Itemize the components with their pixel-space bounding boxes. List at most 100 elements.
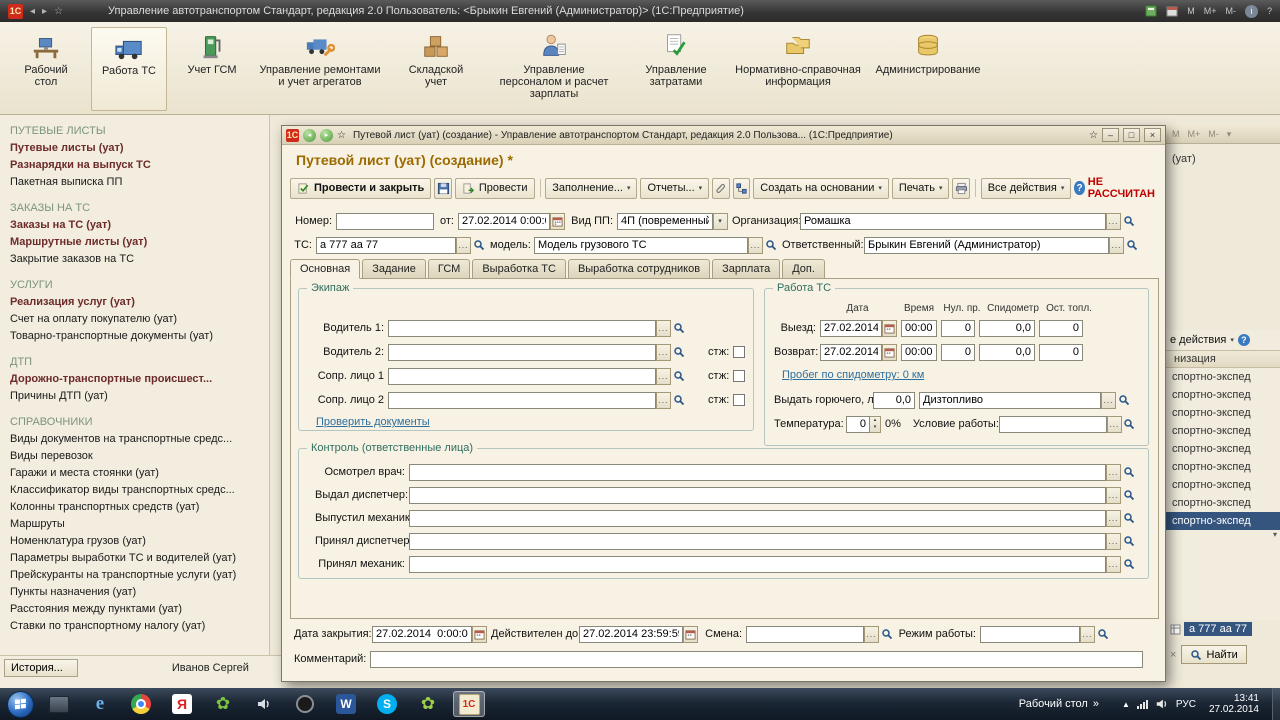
list-item-selected[interactable]: спортно-экспед	[1166, 512, 1280, 530]
calculator-icon[interactable]	[1145, 5, 1157, 17]
speedometer-mileage-link[interactable]: Пробег по спидометру: 0 км	[782, 369, 924, 381]
open-button[interactable]	[1116, 392, 1131, 409]
mechanic-out-input[interactable]	[409, 510, 1106, 527]
print-form-button[interactable]	[952, 178, 970, 199]
save-button[interactable]	[434, 178, 452, 199]
tab-task[interactable]: Задание	[362, 259, 426, 279]
return-time-input[interactable]	[901, 344, 937, 361]
clear-filter-icon[interactable]: ×	[1170, 649, 1176, 661]
return-fuel-input[interactable]	[1039, 344, 1083, 361]
open-button[interactable]	[1121, 213, 1136, 230]
select-button[interactable]: ...	[864, 626, 879, 643]
create-based-button[interactable]: Создать на основании▾	[753, 178, 889, 199]
post-and-close-button[interactable]: Провести и закрыть	[290, 178, 431, 199]
pp-type-combo[interactable]	[617, 213, 713, 230]
spinner-control[interactable]: ▴▾	[870, 416, 881, 433]
vehicle-input[interactable]	[316, 237, 456, 254]
taskbar-media-player[interactable]	[289, 691, 321, 717]
select-button[interactable]: ...	[656, 368, 671, 385]
open-button[interactable]	[1095, 626, 1110, 643]
check-documents-link[interactable]: Проверить документы	[316, 416, 430, 428]
departure-zero-run-input[interactable]	[941, 320, 975, 337]
taskbar-clock[interactable]: 13:41 27.02.2014	[1209, 693, 1259, 715]
driver2-input[interactable]	[388, 344, 656, 361]
sidebar-item-stavki-naloga[interactable]: Ставки по транспортному налогу (уат)	[10, 618, 269, 635]
list-item[interactable]: спортно-экспед	[1166, 404, 1280, 422]
select-button[interactable]: ...	[656, 392, 671, 409]
calendar-button[interactable]	[683, 626, 698, 643]
select-button[interactable]: ...	[748, 237, 763, 254]
fuel-issue-input[interactable]	[873, 392, 915, 409]
ribbon-item-fuel[interactable]: Учет ГСМ	[180, 27, 244, 80]
tab-main[interactable]: Основная	[290, 259, 360, 279]
minimize-button[interactable]: –	[1102, 128, 1119, 142]
list-item[interactable]: спортно-экспед	[1166, 440, 1280, 458]
driver1-input[interactable]	[388, 320, 656, 337]
taskbar-volume-app[interactable]	[248, 691, 280, 717]
valid-to-input[interactable]	[579, 626, 683, 643]
open-button[interactable]	[1122, 416, 1137, 433]
find-button[interactable]: Найти	[1181, 645, 1246, 664]
ribbon-item-vehicle-work[interactable]: Работа ТС	[91, 27, 167, 111]
temperature-input[interactable]	[846, 416, 870, 433]
open-button[interactable]	[671, 320, 686, 337]
fuel-type-input[interactable]	[919, 392, 1101, 409]
model-input[interactable]	[534, 237, 748, 254]
departure-speedometer-input[interactable]	[979, 320, 1035, 337]
subordination-button[interactable]	[733, 178, 751, 199]
sidebar-item-paketnaya-vypiska[interactable]: Пакетная выписка ПП	[10, 174, 269, 191]
select-button[interactable]: ...	[1106, 464, 1121, 481]
open-button[interactable]	[471, 237, 486, 254]
sidebar-item-garazhi[interactable]: Гаражи и места стоянки (уат)	[10, 465, 269, 482]
ribbon-item-desktop[interactable]: Рабочий стол	[14, 27, 78, 92]
list-item[interactable]: спортно-экспед	[1166, 458, 1280, 476]
spin-down-icon[interactable]: ▾	[870, 424, 880, 431]
select-button[interactable]: ...	[1106, 556, 1121, 573]
forward-icon[interactable]: ▸	[42, 6, 47, 17]
print-button[interactable]: Печать▾	[892, 178, 950, 199]
help-titlebar-icon[interactable]: ?	[1267, 6, 1272, 16]
open-button[interactable]	[879, 626, 894, 643]
sidebar-item-putevye-listy-uat[interactable]: Путевые листы (уат)	[10, 140, 269, 157]
sidebar-item-kolonny[interactable]: Колонны транспортных средств (уат)	[10, 499, 269, 516]
sidebar-item-preyskuranty[interactable]: Прейскуранты на транспортные услуги (уат…	[10, 567, 269, 584]
calendar-button[interactable]	[472, 626, 487, 643]
date-input[interactable]	[458, 213, 550, 230]
select-button[interactable]: ...	[1107, 416, 1122, 433]
open-button[interactable]	[1121, 533, 1136, 550]
select-button[interactable]: ...	[1080, 626, 1095, 643]
info-icon[interactable]: i	[1245, 5, 1258, 18]
memory-m-plus-button[interactable]: M+	[1204, 6, 1217, 16]
ribbon-item-hr-payroll[interactable]: Управление персоналом и расчет зарплаты	[489, 27, 619, 104]
open-button[interactable]	[671, 344, 686, 361]
calendar-button[interactable]	[550, 213, 565, 230]
departure-date-input[interactable]	[820, 320, 882, 337]
tab-extra[interactable]: Доп.	[782, 259, 825, 279]
select-button[interactable]: ...	[1101, 392, 1116, 409]
ribbon-item-administration[interactable]: Администрирование	[876, 27, 980, 80]
work-mode-input[interactable]	[980, 626, 1080, 643]
reports-button[interactable]: Отчеты...▾	[640, 178, 709, 199]
tray-expand-icon[interactable]: ▲	[1122, 700, 1130, 709]
calendar-button[interactable]	[882, 320, 897, 337]
tab-fuel[interactable]: ГСМ	[428, 259, 470, 279]
sidebar-item-dtp-docs[interactable]: Дорожно-транспортные происшест...	[10, 371, 269, 388]
calendar-button[interactable]	[882, 344, 897, 361]
taskbar-icq-2[interactable]: ✿	[412, 691, 444, 717]
doctor-input[interactable]	[409, 464, 1106, 481]
dispatcher-out-input[interactable]	[409, 487, 1106, 504]
taskbar-file-manager[interactable]	[43, 691, 75, 717]
calendar-tray-icon[interactable]	[1166, 5, 1178, 17]
desktop-toolbar-label[interactable]: Рабочий стол	[1019, 698, 1088, 710]
select-button[interactable]: ...	[1106, 510, 1121, 527]
taskbar-skype[interactable]: S	[371, 691, 403, 717]
open-button[interactable]	[1124, 237, 1139, 254]
open-button[interactable]	[1121, 487, 1136, 504]
select-button[interactable]: ...	[1106, 487, 1121, 504]
open-button[interactable]	[671, 368, 686, 385]
ribbon-item-warehouse[interactable]: Складской учет	[396, 27, 476, 92]
volume-tray-icon[interactable]	[1155, 697, 1169, 711]
sidebar-item-schet-na-oplatu[interactable]: Счет на оплату покупателю (уат)	[10, 311, 269, 328]
taskbar-internet-explorer[interactable]: e	[84, 691, 116, 717]
taskbar-1c-enterprise[interactable]: 1С	[453, 691, 485, 717]
